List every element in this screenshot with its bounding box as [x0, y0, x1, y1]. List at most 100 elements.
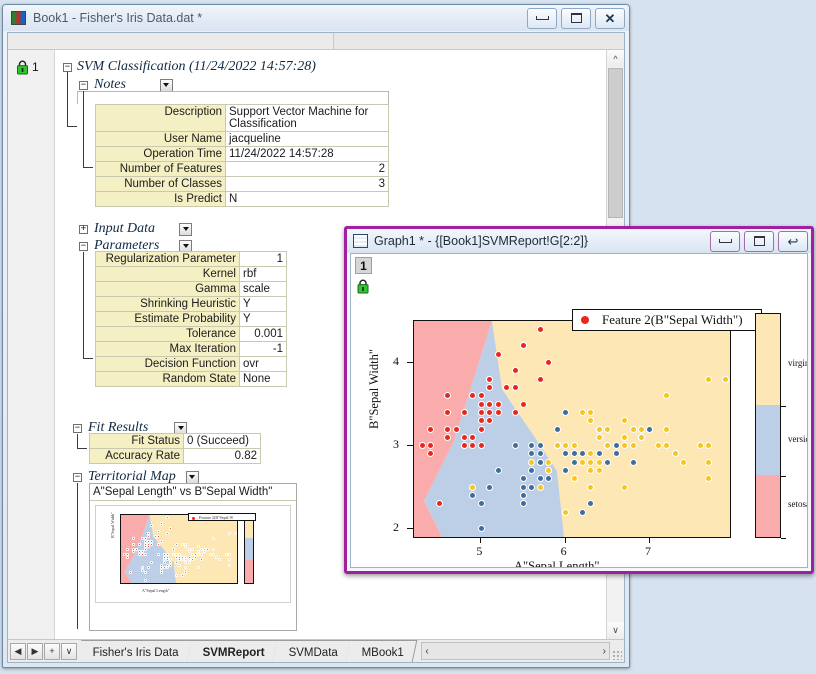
scatter-point[interactable]: [630, 426, 637, 433]
row-value[interactable]: rbf: [240, 267, 287, 282]
add-sheet-button[interactable]: +: [44, 643, 60, 660]
scatter-point[interactable]: [419, 442, 426, 449]
row-value[interactable]: 0 (Succeed): [184, 434, 261, 449]
scatter-point[interactable]: [545, 459, 552, 466]
table-row[interactable]: Estimate ProbabilityY: [96, 312, 287, 327]
scatter-point[interactable]: [495, 467, 502, 474]
collapse-toggle-root[interactable]: −: [63, 63, 72, 72]
collapse-toggle-fit-results[interactable]: −: [73, 424, 82, 433]
scatter-point[interactable]: [478, 409, 485, 416]
table-row[interactable]: Gammascale: [96, 282, 287, 297]
table-row[interactable]: Decision Functionovr: [96, 357, 287, 372]
input-data-dropdown-button[interactable]: [179, 223, 192, 236]
scatter-point[interactable]: [579, 459, 586, 466]
table-row[interactable]: Kernelrbf: [96, 267, 287, 282]
collapse-toggle-notes[interactable]: −: [79, 81, 88, 90]
scatter-point[interactable]: [461, 409, 468, 416]
scatter-point[interactable]: [596, 434, 603, 441]
scatter-point[interactable]: [680, 459, 687, 466]
collapse-toggle-territorial-map[interactable]: −: [73, 473, 82, 482]
scatter-point[interactable]: [562, 509, 569, 516]
scatter-point[interactable]: [571, 459, 578, 466]
collapse-toggle-parameters[interactable]: −: [79, 242, 88, 251]
table-row[interactable]: Operation Time11/24/2022 14:57:28: [96, 147, 389, 162]
territorial-map-thumbnail[interactable]: A"Sepal Length" B"Sepal Width" Feature 2…: [95, 505, 291, 603]
scatter-point[interactable]: [554, 426, 561, 433]
scatter-point[interactable]: [427, 426, 434, 433]
row-value[interactable]: Y: [240, 297, 287, 312]
table-row[interactable]: Number of Features2: [96, 162, 389, 177]
sheet-tab-mbook1[interactable]: MBook1: [346, 640, 418, 662]
sheet-tab-fisher-s-iris-data[interactable]: Fisher's Iris Data: [77, 640, 193, 662]
row-value[interactable]: 3: [226, 177, 389, 192]
row-value[interactable]: scale: [240, 282, 287, 297]
table-row[interactable]: Regularization Parameter1: [96, 252, 287, 267]
scatter-point[interactable]: [495, 409, 502, 416]
scatter-point[interactable]: [630, 459, 637, 466]
tab-scroll-right-icon[interactable]: ›: [603, 646, 606, 657]
row-value[interactable]: 0.001: [240, 327, 287, 342]
scatter-point[interactable]: [495, 351, 502, 358]
table-row[interactable]: User Namejacqueline: [96, 132, 389, 147]
scatter-point[interactable]: [436, 500, 443, 507]
scatter-point[interactable]: [613, 442, 620, 449]
tab-scroll-strip[interactable]: ‹ ›: [421, 642, 610, 660]
scatter-point[interactable]: [537, 459, 544, 466]
scatter-point[interactable]: [663, 426, 670, 433]
scatter-point[interactable]: [478, 401, 485, 408]
notes-dropdown-button[interactable]: [160, 79, 173, 92]
scatter-point[interactable]: [520, 484, 527, 491]
tab-scroll-left-icon[interactable]: ‹: [425, 646, 428, 657]
row-value[interactable]: ovr: [240, 357, 287, 372]
scatter-point[interactable]: [638, 426, 645, 433]
table-row[interactable]: Max Iteration-1: [96, 342, 287, 357]
row-value[interactable]: 1: [240, 252, 287, 267]
graph-maximize-button[interactable]: [744, 231, 774, 252]
sheet-tabs[interactable]: Fisher's Iris DataSVMReportSVMDataMBook1: [80, 640, 415, 662]
layer-button[interactable]: 1: [355, 257, 372, 274]
maximize-button[interactable]: [561, 8, 591, 29]
scatter-point[interactable]: [453, 426, 460, 433]
graph-minimize-button[interactable]: [710, 231, 740, 252]
table-row[interactable]: DescriptionSupport Vector Machine for Cl…: [96, 105, 389, 132]
scroll-up-icon[interactable]: ^: [607, 50, 624, 67]
expand-toggle-input-data[interactable]: +: [79, 225, 88, 234]
scatter-point[interactable]: [512, 367, 519, 374]
scatter-point[interactable]: [596, 467, 603, 474]
column-header-a[interactable]: [8, 33, 334, 49]
graph-titlebar[interactable]: Graph1 * - {[Book1]SVMReport!G[2:2]} ↩: [347, 229, 811, 253]
scatter-point[interactable]: [571, 475, 578, 482]
scatter-point[interactable]: [655, 442, 662, 449]
scatter-point[interactable]: [646, 426, 653, 433]
scatter-point[interactable]: [444, 426, 451, 433]
scatter-point[interactable]: [520, 492, 527, 499]
scatter-point[interactable]: [478, 442, 485, 449]
row-value[interactable]: Y: [240, 312, 287, 327]
scatter-point[interactable]: [571, 442, 578, 449]
scatter-point[interactable]: [444, 434, 451, 441]
scatter-point[interactable]: [512, 409, 519, 416]
row-value[interactable]: 2: [226, 162, 389, 177]
table-row[interactable]: Tolerance0.001: [96, 327, 287, 342]
report-root-node[interactable]: − SVM Classification (11/24/2022 14:57:2…: [63, 59, 316, 75]
graph-window[interactable]: Graph1 * - {[Book1]SVMReport!G[2:2]} ↩ 1…: [344, 226, 814, 574]
scatter-point[interactable]: [520, 401, 527, 408]
column-header-bar[interactable]: [8, 33, 624, 50]
scatter-point[interactable]: [554, 442, 561, 449]
scatter-point[interactable]: [495, 401, 502, 408]
scatter-point[interactable]: [604, 426, 611, 433]
worksheet-tabbar[interactable]: ◀ ▶ + ∨ Fisher's Iris DataSVMReportSVMDa…: [8, 639, 624, 662]
graph-restore-button[interactable]: ↩: [778, 231, 808, 252]
close-button[interactable]: ✕: [595, 8, 625, 29]
scatter-point[interactable]: [486, 401, 493, 408]
row-value[interactable]: 0.82: [184, 449, 261, 464]
minimize-button[interactable]: [527, 8, 557, 29]
scatter-point[interactable]: [722, 376, 729, 383]
scatter-plot-area[interactable]: [413, 320, 731, 538]
scroll-down-icon[interactable]: ∨: [607, 622, 624, 639]
scatter-point[interactable]: [486, 484, 493, 491]
table-row[interactable]: Accuracy Rate0.82: [90, 449, 261, 464]
workbook-titlebar[interactable]: Book1 - Fisher's Iris Data.dat * ✕: [3, 5, 629, 31]
scatter-point[interactable]: [478, 426, 485, 433]
scatter-point[interactable]: [562, 409, 569, 416]
